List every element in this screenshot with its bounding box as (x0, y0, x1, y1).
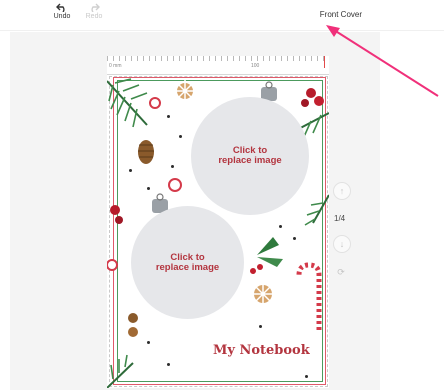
annotation-arrow (326, 25, 439, 97)
